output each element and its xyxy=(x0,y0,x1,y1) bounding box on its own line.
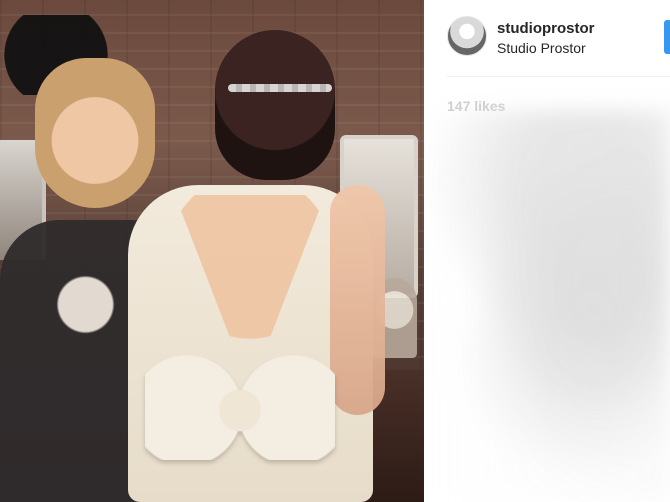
display-name: Studio Prostor xyxy=(497,40,586,56)
dress-bow xyxy=(145,350,335,460)
bride-hair xyxy=(215,30,335,180)
woman-left-head xyxy=(35,58,155,208)
avatar[interactable] xyxy=(447,16,487,56)
header-divider xyxy=(447,76,670,77)
hair-headband xyxy=(228,84,332,92)
follow-button[interactable] xyxy=(664,20,670,54)
blurred-comments xyxy=(424,110,670,502)
username[interactable]: studioprostor xyxy=(497,20,595,38)
arm xyxy=(330,185,385,415)
post-photo[interactable] xyxy=(0,0,424,502)
